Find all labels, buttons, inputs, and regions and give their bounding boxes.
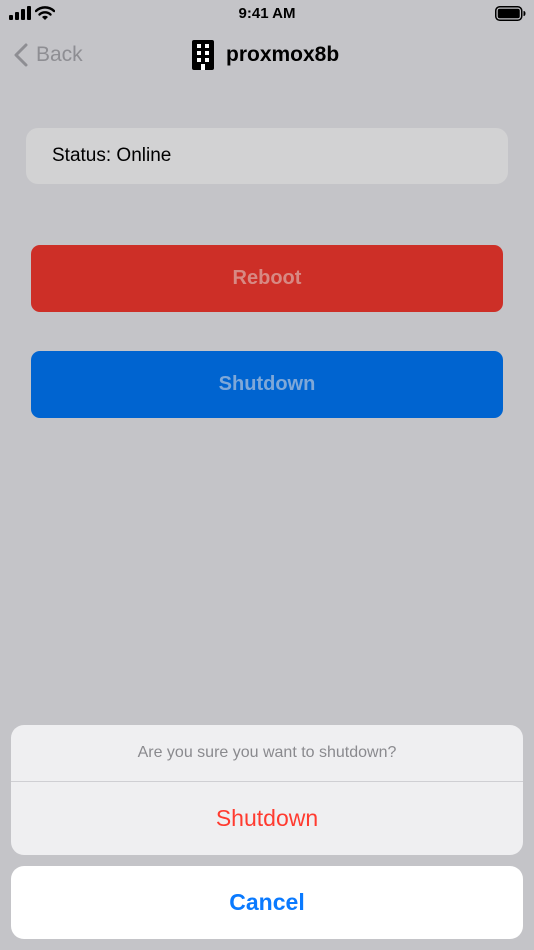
status-bar: 9:41 AM xyxy=(0,0,534,30)
battery-icon xyxy=(495,6,526,21)
back-label: Back xyxy=(36,43,83,66)
back-button[interactable]: Back xyxy=(14,39,83,71)
server-icon xyxy=(192,40,214,70)
action-sheet-message: Are you sure you want to shutdown? xyxy=(11,725,523,782)
confirm-shutdown-button[interactable]: Shutdown xyxy=(11,782,523,855)
nav-title-group: proxmox8b xyxy=(192,40,339,70)
shutdown-button[interactable]: Shutdown xyxy=(31,351,503,418)
status-text: Status: Online xyxy=(52,145,172,166)
navigation-bar: Back proxmox8b xyxy=(0,30,534,80)
cancel-button[interactable]: Cancel xyxy=(11,866,523,939)
status-card: Status: Online xyxy=(26,128,508,184)
status-bar-time: 9:41 AM xyxy=(238,5,296,22)
action-sheet: Are you sure you want to shutdown? Shutd… xyxy=(11,725,523,855)
reboot-button[interactable]: Reboot xyxy=(31,245,503,312)
chevron-left-icon xyxy=(14,43,28,67)
page-title: proxmox8b xyxy=(226,43,340,66)
